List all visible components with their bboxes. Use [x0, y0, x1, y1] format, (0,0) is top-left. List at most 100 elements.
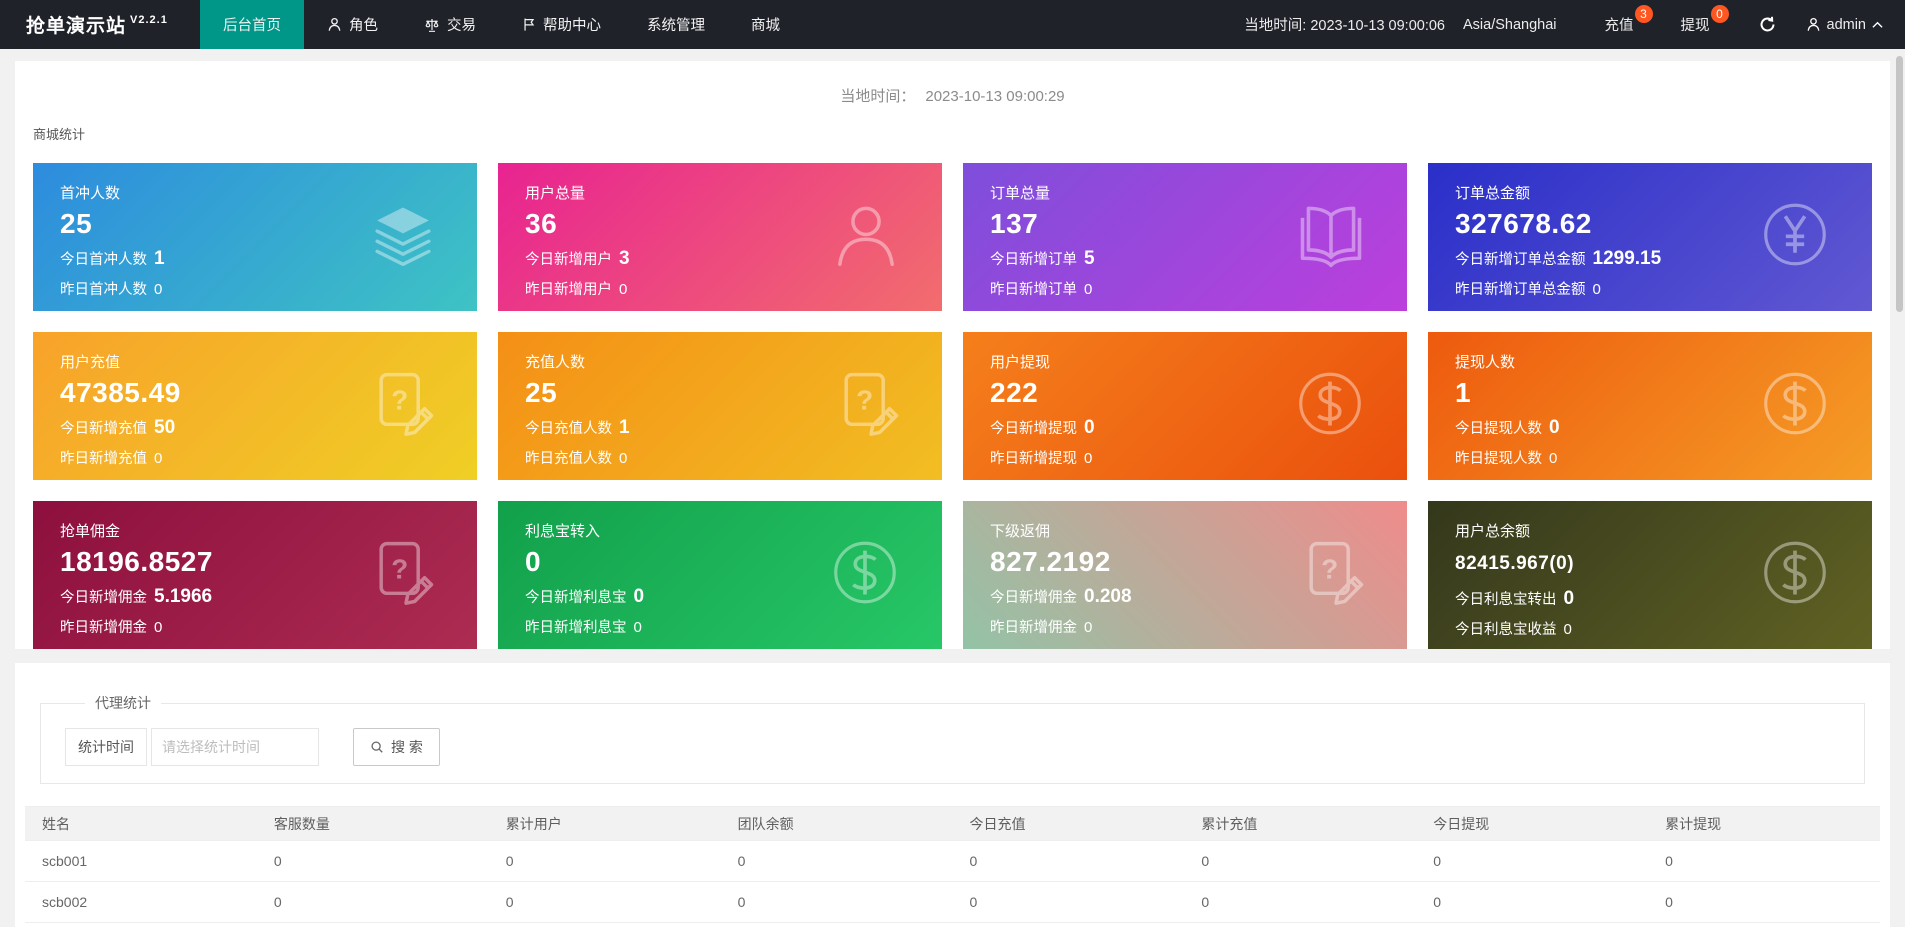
subline-value: 50	[154, 417, 176, 438]
recharge-link[interactable]: 充值3	[1591, 5, 1667, 35]
table-cell: 0	[952, 881, 1185, 923]
stat-card-body: 订单总量 137 今日新增订单 5 昨日新增订单 0	[963, 163, 1407, 299]
subline-label: 昨日新增充值	[60, 451, 147, 467]
nav-menu-item-2[interactable]: 交易	[401, 0, 499, 49]
stat-card-body: 订单总金额 327678.62 今日新增订单总金额 1299.15 昨日新增订单总金额 0	[1428, 163, 1872, 299]
user-menu[interactable]: admin	[1792, 17, 1884, 33]
overview-panel: 当地时间： 2023-10-13 09:00:29 商城统计 首冲人数 25 今日首冲…	[15, 61, 1890, 649]
nav-menu-item-4[interactable]: 系统管理	[624, 0, 728, 49]
column-header-1: 客服数量	[256, 806, 489, 841]
app-brand: 抢单演示站 V2.2.1	[0, 0, 200, 49]
subline-label: 昨日新增利息宝	[525, 620, 627, 636]
stat-card-value: 36	[525, 208, 558, 239]
column-header-3: 团队余额	[720, 806, 953, 841]
stat-card-value: 327678.62	[1455, 208, 1592, 239]
stat-card-body: 下级返佣 827.2192 今日新增佣金 0.208 昨日新增佣金 0	[963, 501, 1407, 637]
table-cell: 0	[1416, 840, 1649, 882]
table-cell: 0	[488, 881, 721, 923]
stat-card-value: 222	[990, 377, 1039, 408]
subline-value: 0	[1084, 619, 1093, 636]
table-cell: 0	[720, 881, 953, 923]
stat-card-1: 用户总量 36 今日新增用户 3 昨日新增用户 0	[498, 163, 942, 311]
stat-card-value: 1	[1455, 377, 1472, 408]
stat-card-subline: 今日新增订单总金额 1299.15	[1455, 248, 1872, 270]
stat-card-10: 下级返佣 827.2192 今日新增佣金 0.208 昨日新增佣金 0?	[963, 501, 1407, 649]
search-button-label: 搜 索	[391, 739, 423, 755]
stat-card-subline: 今日新增佣金 0.208	[990, 586, 1407, 608]
nav-local-time: 当地时间: 2023-10-13 09:00:06	[1244, 18, 1445, 34]
subline-label: 昨日新增订单总金额	[1455, 282, 1586, 298]
stat-card-subline: 今日新增订单 5	[990, 248, 1407, 270]
agent-stats-fieldset: 代理统计 统计时间 搜 索	[40, 693, 1865, 784]
nav-menu-item-0[interactable]: 后台首页	[200, 0, 304, 49]
nav-menu-label: 商城	[751, 18, 780, 34]
user-icon	[327, 17, 342, 32]
stat-card-subline: 今日利息宝转出 0	[1455, 588, 1872, 610]
subline-value: 0	[1563, 621, 1572, 638]
nav-menu-item-1[interactable]: 角色	[304, 0, 401, 49]
stat-card-subline: 昨日新增利息宝 0	[525, 616, 942, 637]
stat-card-subline: 今日新增充值 50	[60, 417, 477, 439]
subline-value: 1299.15	[1592, 248, 1662, 269]
user-icon	[1807, 17, 1819, 31]
stat-card-value: 827.2192	[990, 546, 1111, 577]
subline-label: 今日利息宝转出	[1455, 592, 1557, 608]
subline-label: 昨日提现人数	[1455, 451, 1542, 467]
table-cell: 0	[256, 881, 489, 923]
page-scrollbar-thumb[interactable]	[1896, 56, 1903, 312]
table-cell: 0	[488, 840, 721, 882]
subline-label: 昨日新增订单	[990, 282, 1077, 298]
scales-icon	[424, 17, 440, 33]
flag-icon	[522, 17, 536, 32]
stat-cards-grid: 首冲人数 25 今日首冲人数 1 昨日首冲人数 0 用户总量 36 今日新增用户 3 昨日新增用户 0…	[33, 163, 1872, 649]
refresh-button[interactable]	[1743, 16, 1792, 33]
stat-card-body: 用户提现 222 今日新增提现 0 昨日新增提现 0	[963, 332, 1407, 468]
table-cell: 0	[256, 922, 489, 927]
subline-value: 1	[619, 417, 630, 438]
subline-value: 1	[154, 248, 165, 269]
subline-value: 0	[1084, 417, 1095, 438]
stat-card-9: 利息宝转入 0 今日新增利息宝 0 昨日新增利息宝 0	[498, 501, 942, 649]
stat-card-subline: 昨日首冲人数 0	[60, 278, 477, 299]
stat-card-11: 用户总余额 82415.967(0) 今日利息宝转出 0 今日利息宝收益 0	[1428, 501, 1872, 649]
stat-time-input[interactable]	[151, 728, 319, 766]
nav-menu-item-3[interactable]: 帮助中心	[499, 0, 624, 49]
stat-card-value: 18196.8527	[60, 546, 213, 577]
stat-card-value: 0	[525, 546, 542, 577]
panel-local-time-value: 2023-10-13 09:00:29	[925, 88, 1065, 105]
table-cell: 0	[1184, 881, 1417, 923]
stat-card-7: 提现人数 1 今日提现人数 0 昨日提现人数 0	[1428, 332, 1872, 480]
stat-card-subline: 昨日新增佣金 0	[990, 616, 1407, 637]
stat-card-subline: 今日利息宝收益 0	[1455, 618, 1872, 639]
stat-card-body: 充值人数 25 今日充值人数 1 昨日充值人数 0	[498, 332, 942, 468]
withdraw-link[interactable]: 提现0	[1667, 5, 1743, 35]
stat-card-title: 首冲人数	[60, 185, 121, 202]
nav-timezone: Asia/Shanghai	[1462, 16, 1557, 33]
stat-card-subline: 昨日提现人数 0	[1455, 447, 1872, 468]
stat-card-8: 抢单佣金 18196.8527 今日新增佣金 5.1966 昨日新增佣金 0?	[33, 501, 477, 649]
subline-value: 0	[619, 281, 628, 298]
stat-card-subline: 昨日充值人数 0	[525, 447, 942, 468]
table-cell: 0	[1416, 881, 1649, 923]
nav-menu-item-5[interactable]: 商城	[728, 0, 803, 49]
search-button[interactable]: 搜 索	[353, 728, 440, 766]
table-cell: 0	[1648, 840, 1880, 882]
subline-label: 昨日新增佣金	[990, 620, 1077, 636]
stat-card-title: 利息宝转入	[525, 523, 601, 540]
nav-menu-label: 帮助中心	[543, 18, 601, 34]
stat-card-subline: 今日新增提现 0	[990, 417, 1407, 439]
table-cell: 0	[1648, 881, 1880, 923]
stat-card-subline: 今日首冲人数 1	[60, 248, 477, 270]
stat-card-4: 用户充值 47385.49 今日新增充值 50 昨日新增充值 0?	[33, 332, 477, 480]
stat-time-label: 统计时间	[65, 728, 147, 766]
agent-table-body: scb0010000000scb0020000000sc0030000000	[25, 840, 1880, 927]
column-header-6: 今日提现	[1416, 806, 1649, 841]
table-cell: 0	[1184, 840, 1417, 882]
subline-value: 0	[154, 619, 163, 636]
stat-card-value: 25	[525, 377, 558, 408]
nav-menu-label: 交易	[447, 18, 476, 34]
withdraw-badge: 0	[1710, 5, 1729, 23]
table-cell: 0	[952, 922, 1185, 927]
stat-card-body: 用户总余额 82415.967(0) 今日利息宝转出 0 今日利息宝收益 0	[1428, 501, 1872, 639]
agent-table-head: 姓名 客服数量 累计用户 团队余额 今日充值 累计充值 今日提现 累计提现	[25, 806, 1880, 841]
